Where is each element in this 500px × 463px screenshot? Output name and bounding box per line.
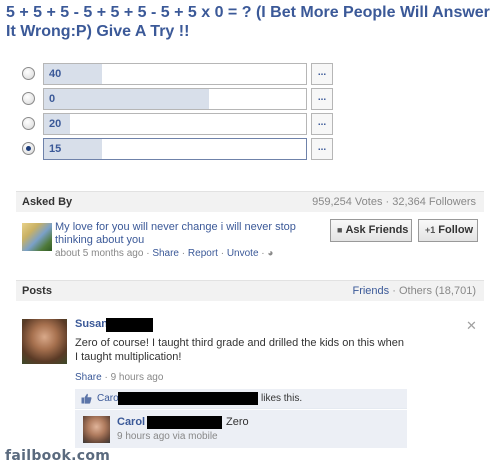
posts-heading: Posts (22, 285, 52, 297)
post-author[interactable]: Susan (75, 318, 108, 330)
share-link[interactable]: Share (152, 248, 179, 259)
redaction-bar (106, 318, 153, 332)
follow-label: Follow (438, 224, 474, 236)
option-more-button[interactable]: ... (311, 113, 333, 135)
option-label: 0 (49, 93, 56, 105)
option-vote-fill (44, 89, 210, 109)
poll-option-3[interactable]: 20 ... (22, 113, 333, 135)
asked-by-header: Asked By 959,254 Votes · 32,364 Follower… (16, 191, 484, 212)
separator: · (261, 248, 265, 259)
option-label: 20 (49, 118, 62, 130)
ask-friends-label: Ask Friends (345, 224, 409, 236)
vote-stats: 959,254 Votes · 32,364 Followers (312, 196, 476, 208)
redaction-bar (147, 416, 222, 429)
unvote-link[interactable]: Unvote (227, 248, 259, 259)
comment-text: Zero (226, 416, 249, 428)
poll-option-4[interactable]: 15 ... (22, 138, 333, 160)
thumbs-up-icon (81, 393, 92, 404)
post-avatar[interactable] (22, 319, 67, 364)
poll-option-2[interactable]: 0 ... (22, 88, 333, 110)
option-bar[interactable]: 40 (43, 63, 307, 85)
post-share-link[interactable]: Share (75, 372, 102, 383)
radio-button[interactable] (22, 67, 35, 80)
separator: · (146, 248, 150, 259)
others-filter[interactable]: Others (18,701) (399, 285, 476, 297)
option-more-button[interactable]: ... (311, 63, 333, 85)
likes-text: likes this. (261, 393, 303, 404)
watermark: failbook.com (5, 448, 111, 463)
ask-friends-button[interactable]: ■ Ask Friends (330, 219, 412, 242)
asker-meta: about 5 months ago · Share · Report · Un… (55, 248, 273, 259)
friends-filter-link[interactable]: Friends (352, 285, 389, 297)
comment-author[interactable]: Carol (117, 416, 145, 428)
option-more-button[interactable]: ... (311, 138, 333, 160)
separator: · (181, 248, 186, 259)
post-meta: Share · 9 hours ago (75, 372, 163, 383)
separator: · (104, 372, 108, 383)
post-time: 9 hours ago (110, 372, 164, 383)
option-label: 40 (49, 68, 62, 80)
option-bar[interactable]: 0 (43, 88, 307, 110)
option-more-button[interactable]: ... (311, 88, 333, 110)
radio-button[interactable] (22, 142, 35, 155)
comment-meta: 9 hours ago via mobile (117, 431, 218, 442)
comment: Carol Zero 9 hours ago via mobile (75, 410, 407, 448)
likes-row: Carol likes this. (75, 389, 407, 409)
radio-button[interactable] (22, 92, 35, 105)
posts-filter: Friends · Others (18,701) (352, 285, 476, 297)
poll-question: 5 + 5 + 5 - 5 + 5 + 5 - 5 + 5 x 0 = ? (I… (6, 4, 490, 40)
follow-button[interactable]: +1 Follow (418, 219, 478, 242)
option-label: 15 (49, 143, 62, 155)
close-icon[interactable]: ✕ (466, 318, 477, 334)
posts-header: Posts Friends · Others (18,701) (16, 280, 484, 301)
asked-by-heading: Asked By (22, 196, 73, 208)
plus-icon: +1 (425, 225, 436, 235)
asker-name-link[interactable]: My love for you will never change i will… (55, 221, 323, 247)
separator: · (220, 248, 225, 259)
option-bar[interactable]: 15 (43, 138, 307, 160)
post-text: Zero of course! I taught third grade and… (75, 337, 404, 363)
radio-button[interactable] (22, 117, 35, 130)
option-bar[interactable]: 20 (43, 113, 307, 135)
asked-time: about 5 months ago (55, 248, 144, 259)
globe-icon: ◕ (267, 248, 274, 259)
asker-avatar[interactable] (22, 223, 52, 251)
comment-icon: ■ (337, 225, 343, 235)
report-link[interactable]: Report (188, 248, 218, 259)
redaction-bar (118, 392, 258, 405)
poll-option-1[interactable]: 40 ... (22, 63, 333, 85)
comment-avatar[interactable] (83, 416, 110, 443)
